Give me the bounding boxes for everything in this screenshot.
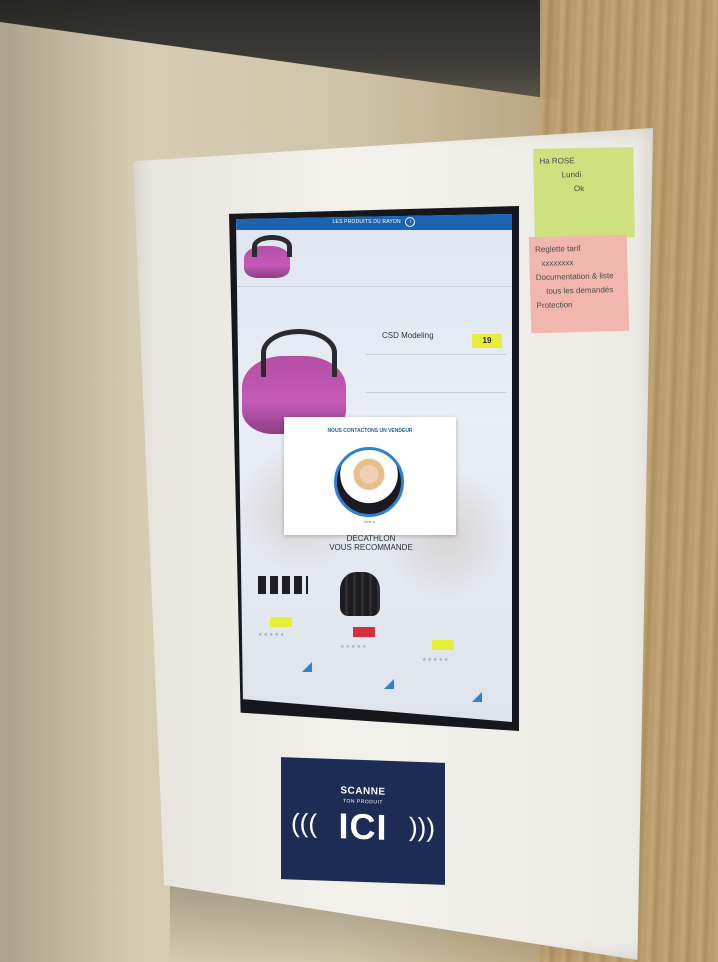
seller-name: Ines a. (363, 519, 376, 524)
note-line: Protection (536, 300, 573, 311)
corner-arrow-icon[interactable] (302, 662, 312, 672)
sticky-note-pink: Reglette tarif xxxxxxxx Documentation & … (528, 234, 630, 334)
contact-seller-popup[interactable]: NOUS CONTACTONS UN VENDEUR Ines a. (284, 417, 456, 535)
product-title: CSD Modeling (382, 331, 434, 340)
corner-arrow-icon[interactable] (472, 692, 482, 702)
nfc-wave-right-icon: ))) (409, 811, 435, 843)
note-line: tous les demandés (546, 285, 614, 296)
recommend-title-text: VOUS RECOMMANDE (329, 543, 413, 552)
nfc-wave-left-icon: ((( (291, 807, 317, 839)
price-tag-small (270, 617, 292, 627)
sticky-note-green: Ha ROSE Lundi Ok (533, 147, 635, 239)
screen-header-text: LES PRODUITS DU RAYON (332, 219, 401, 225)
info-icon[interactable]: i (405, 216, 416, 227)
divider (366, 354, 506, 355)
rating-stars: ★★★★★ (340, 644, 368, 650)
recommend-title: DECATHLON VOUS RECOMMANDE (296, 534, 446, 552)
recommended-product-gloves[interactable] (340, 572, 380, 616)
rating-stars: ★★★★★ (422, 657, 450, 663)
price-tag-small (432, 640, 454, 650)
corner-arrow-icon[interactable] (384, 679, 394, 689)
recommended-product-socks[interactable] (258, 576, 308, 594)
seller-avatar (334, 447, 404, 517)
promo-tag (353, 627, 375, 637)
divider (366, 392, 506, 393)
note-line: Ok (573, 183, 585, 194)
popup-title: NOUS CONTACTONS UN VENDEUR (327, 428, 413, 434)
divider (236, 286, 512, 287)
note-line: Lundi (561, 170, 582, 180)
price-tag: 19 (472, 334, 502, 348)
recommend-title-brand: DECATHLON (346, 534, 396, 543)
product-thumbnail[interactable] (244, 234, 292, 278)
kiosk-screen[interactable]: LES PRODUITS DU RAYON i CSD Modeling 19 … (236, 214, 512, 722)
note-line: Ha ROSE (539, 156, 575, 166)
wall-shade (0, 0, 150, 962)
rating-stars: ★★★★★ (258, 632, 286, 638)
nfc-scan-panel[interactable]: SCANNE TON PRODUIT ICI ((( ))) (281, 757, 445, 885)
